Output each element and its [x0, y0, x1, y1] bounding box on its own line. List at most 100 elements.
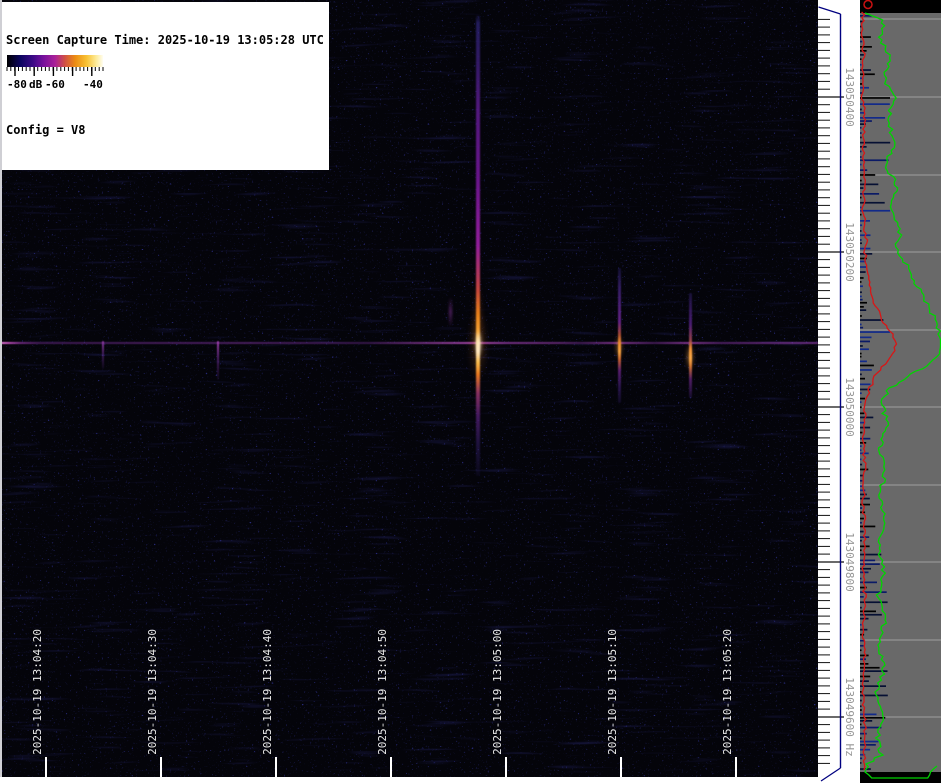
spectrum-side-panel [860, 0, 941, 783]
history-bar [860, 507, 862, 509]
history-bar [860, 607, 862, 609]
history-bar [860, 432, 862, 434]
history-bar [860, 398, 865, 400]
history-bar [860, 327, 863, 329]
history-bar [860, 518, 864, 520]
history-bar [860, 365, 874, 367]
history-bar [860, 531, 864, 533]
history-bar [860, 230, 862, 232]
history-bar [860, 207, 862, 209]
history-bar [860, 582, 877, 584]
frequency-label: 143049600 Hz [843, 677, 855, 756]
history-bar [860, 109, 862, 111]
frequency-label: 143050000 [843, 377, 855, 437]
history-bar [860, 480, 862, 482]
history-bar [860, 277, 864, 279]
signal-streak-blip-1 [102, 341, 104, 369]
history-bar [860, 758, 862, 760]
history-bar [860, 526, 875, 528]
history-bar [860, 151, 862, 153]
history-bar [860, 315, 862, 317]
history-bar [860, 676, 870, 678]
history-bar [860, 285, 863, 287]
time-label: 2025-10-19 13:05:10 [606, 629, 619, 755]
config-text: Config = V8 [6, 123, 324, 138]
history-bar [860, 737, 862, 739]
history-bar [860, 392, 862, 394]
history-bar [860, 184, 878, 186]
history-bar [860, 498, 870, 500]
signal-glow [615, 332, 623, 362]
legend-db-label: dB [29, 79, 42, 90]
history-bar [860, 540, 862, 542]
history-bar [860, 266, 866, 268]
history-bar [860, 164, 862, 166]
signal-glow [474, 326, 483, 362]
history-bar [860, 242, 862, 244]
frequency-axis: 1430504001430502001430500001430498001430… [818, 0, 860, 783]
time-label: 2025-10-19 13:04:50 [376, 629, 389, 755]
history-bar [860, 413, 864, 415]
history-bar [860, 180, 862, 182]
history-bar [860, 744, 876, 746]
frequency-label: 143049800 [843, 532, 855, 592]
history-bar [860, 655, 869, 657]
history-bar [860, 494, 867, 496]
time-tick-mark [390, 757, 392, 777]
signal-glow [686, 341, 694, 373]
history-bar [860, 596, 864, 598]
carrier-line [0, 342, 818, 344]
history-bar [860, 369, 872, 371]
history-bar [860, 490, 865, 492]
history-bar [860, 296, 862, 298]
history-bar [860, 427, 870, 429]
history-bar [860, 174, 875, 176]
history-bar [860, 741, 879, 743]
history-bar [860, 156, 862, 158]
history-bar [860, 291, 862, 293]
legend-db-label: -60 [45, 79, 65, 90]
time-label: 2025-10-19 13:04:20 [31, 629, 44, 755]
history-bar [860, 724, 862, 726]
spectrum-traces [860, 0, 941, 783]
history-bar [860, 649, 862, 651]
history-bar [860, 406, 862, 408]
history-bar [860, 522, 862, 524]
history-bar [860, 700, 862, 702]
history-bar [860, 64, 862, 66]
time-label: 2025-10-19 13:04:40 [261, 629, 274, 755]
history-bar [860, 578, 862, 580]
history-bar [860, 560, 875, 562]
capture-time-text: Screen Capture Time: 2025-10-19 13:05:28… [6, 33, 324, 48]
history-bar [860, 103, 890, 105]
signal-streak-pre-blob [449, 297, 452, 327]
history-bar [860, 348, 869, 350]
history-bar [860, 54, 864, 56]
history-bar [860, 361, 867, 363]
history-bar [860, 709, 862, 711]
history-bar [860, 224, 862, 226]
frequency-label: 143050200 [843, 222, 855, 282]
signal-streak-main-echo [476, 14, 480, 476]
history-bar [860, 319, 883, 321]
spectrum-lab-capture: 2025-10-19 13:04:20 2025-10-19 13:04:30 20… [0, 0, 941, 783]
history-bar [860, 624, 862, 626]
history-bar [860, 137, 862, 139]
legend-db-label: -40 [83, 79, 103, 90]
history-bar [860, 132, 862, 134]
history-bar [860, 324, 862, 326]
time-label: 2025-10-19 13:04:30 [146, 629, 159, 755]
history-bar [860, 281, 862, 283]
history-bar [860, 345, 863, 347]
history-bar [860, 306, 864, 308]
history-bar [860, 97, 890, 99]
history-bar [860, 187, 863, 189]
history-bar [860, 378, 865, 380]
time-tick-mark [505, 757, 507, 777]
history-bar [860, 749, 870, 751]
history-bar [860, 197, 862, 199]
signal-streak-blip-2 [217, 341, 219, 380]
history-bar [860, 469, 868, 471]
history-bar [860, 302, 867, 304]
color-scale-legend: -80dB-60-40 [5, 54, 105, 92]
